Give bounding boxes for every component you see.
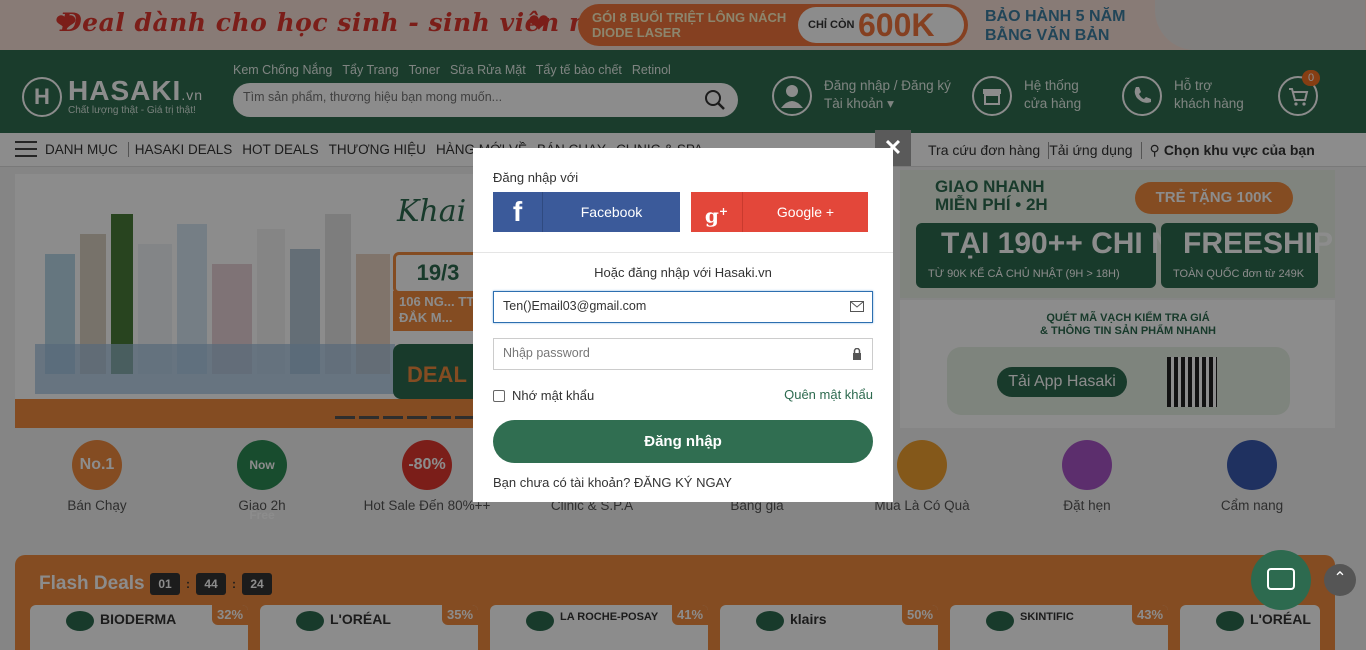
remember-label: Nhớ mật khẩu (512, 388, 595, 403)
chat-button[interactable] (1251, 550, 1311, 610)
login-button[interactable]: Đăng nhập (493, 420, 873, 463)
email-field[interactable] (503, 299, 833, 313)
hasaki-login-label: Hoặc đăng nhập với Hasaki.vn (594, 265, 772, 280)
remember-me[interactable]: Nhớ mật khẩu (493, 388, 594, 403)
lock-icon (853, 348, 861, 360)
password-field-wrapper (493, 338, 873, 370)
forgot-password-link[interactable]: Quên mật khẩu (784, 387, 873, 402)
chat-icon (1267, 568, 1295, 590)
scroll-top-button[interactable]: ⌃ (1324, 564, 1356, 596)
password-field[interactable] (503, 346, 833, 360)
email-field-wrapper (493, 291, 873, 323)
facebook-icon: f (493, 192, 543, 232)
envelope-icon (850, 301, 864, 312)
google-plus-icon: g+ (691, 192, 743, 232)
login-with-label: Đăng nhập với (493, 170, 579, 185)
chevron-up-icon: ⌃ (1333, 570, 1347, 587)
google-login-button[interactable]: g+ Google + (691, 192, 868, 232)
divider (473, 252, 893, 253)
register-link[interactable]: Bạn chưa có tài khoản? ĐĂNG KÝ NGAY (493, 475, 732, 490)
facebook-login-button[interactable]: f Facebook (493, 192, 680, 232)
login-modal: Đăng nhập với f Facebook g+ Google + Hoặ… (473, 148, 893, 502)
remember-checkbox[interactable] (493, 389, 505, 402)
